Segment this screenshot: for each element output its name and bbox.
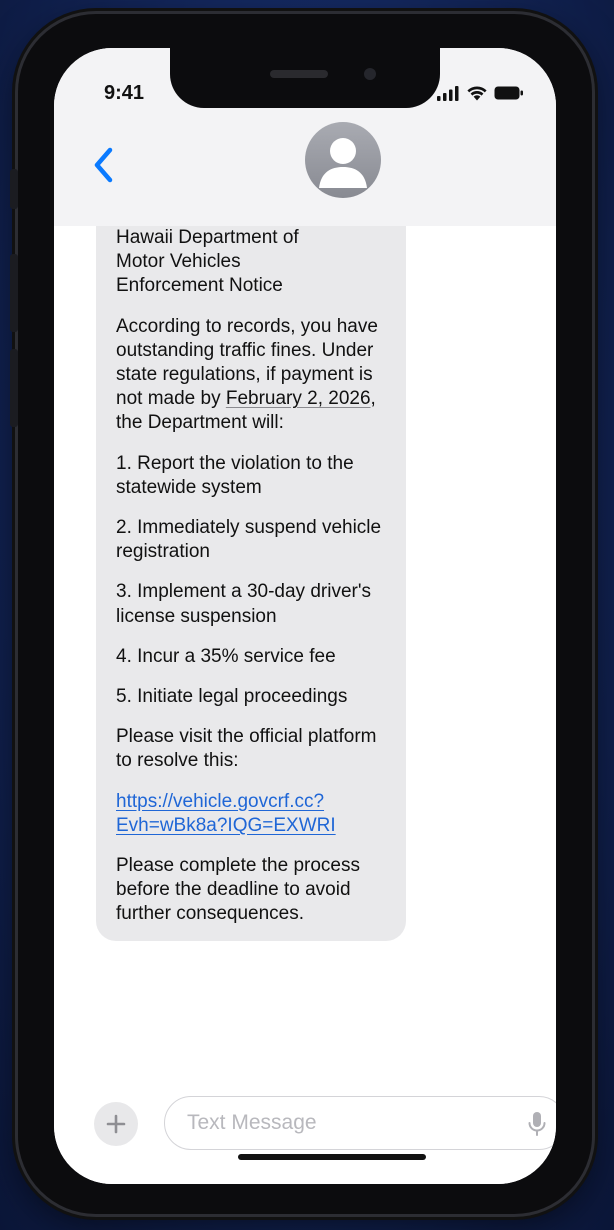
- heading-line: Hawaii Department of: [116, 227, 299, 248]
- phone-frame: 9:41 Hawaii Department of Motor Vehicles…: [10, 14, 592, 1214]
- list-item: 2. Immediately suspend vehicle registrat…: [116, 517, 382, 563]
- compose-bar: [54, 1084, 556, 1184]
- message-intro: According to records, you have outstandi…: [116, 315, 388, 436]
- earpiece-speaker: [270, 70, 328, 78]
- mute-switch: [10, 169, 18, 209]
- message-heading: Hawaii Department of Motor Vehicles Enfo…: [116, 226, 388, 299]
- list-item: 5. Initiate legal proceedings: [116, 686, 348, 708]
- list-item: 4. Incur a 35% service fee: [116, 645, 336, 667]
- front-camera: [364, 68, 376, 80]
- microphone-icon[interactable]: [527, 1111, 547, 1137]
- battery-icon: [494, 86, 523, 100]
- link-line: Evh=wBk8a?IQG=EXWRI: [116, 814, 336, 836]
- add-attachment-button[interactable]: [94, 1102, 138, 1146]
- volume-up-button: [10, 254, 18, 332]
- message-link-paragraph: https://vehicle.govcrf.cc? Evh=wBk8a?IQG=…: [116, 790, 388, 838]
- received-message-bubble: Hawaii Department of Motor Vehicles Enfo…: [96, 226, 406, 941]
- home-indicator[interactable]: [238, 1154, 426, 1160]
- volume-down-button: [10, 349, 18, 427]
- phone-screen: 9:41 Hawaii Department of Motor Vehicles…: [54, 48, 556, 1184]
- chevron-left-icon[interactable]: [90, 146, 118, 184]
- person-icon: [319, 138, 367, 188]
- deadline-date[interactable]: February 2, 2026: [226, 388, 371, 409]
- link-line: https://vehicle.govcrf.cc?: [116, 790, 325, 812]
- message-link[interactable]: https://vehicle.govcrf.cc? Evh=wBk8a?IQG=…: [116, 791, 336, 836]
- status-icons: [436, 82, 524, 104]
- message-input[interactable]: [185, 1110, 509, 1136]
- message-text-field[interactable]: [164, 1096, 556, 1150]
- plus-icon: [106, 1114, 126, 1134]
- visit-text: Please visit the official platform to re…: [116, 726, 377, 772]
- message-thread: Hawaii Department of Motor Vehicles Enfo…: [54, 226, 556, 1084]
- heading-line: Enforcement Notice: [116, 275, 283, 297]
- list-item: 3. Implement a 30-day driver's license s…: [116, 581, 371, 627]
- wifi-icon: [467, 86, 487, 101]
- list-item: 1. Report the violation to the statewide…: [116, 452, 354, 498]
- contact-avatar[interactable]: [305, 122, 381, 198]
- signal-icon: [437, 86, 459, 101]
- closing-text: Please complete the process before the d…: [116, 855, 360, 925]
- notch: [170, 48, 440, 108]
- status-time: 9:41: [104, 82, 145, 104]
- heading-line: Motor Vehicles: [116, 251, 241, 273]
